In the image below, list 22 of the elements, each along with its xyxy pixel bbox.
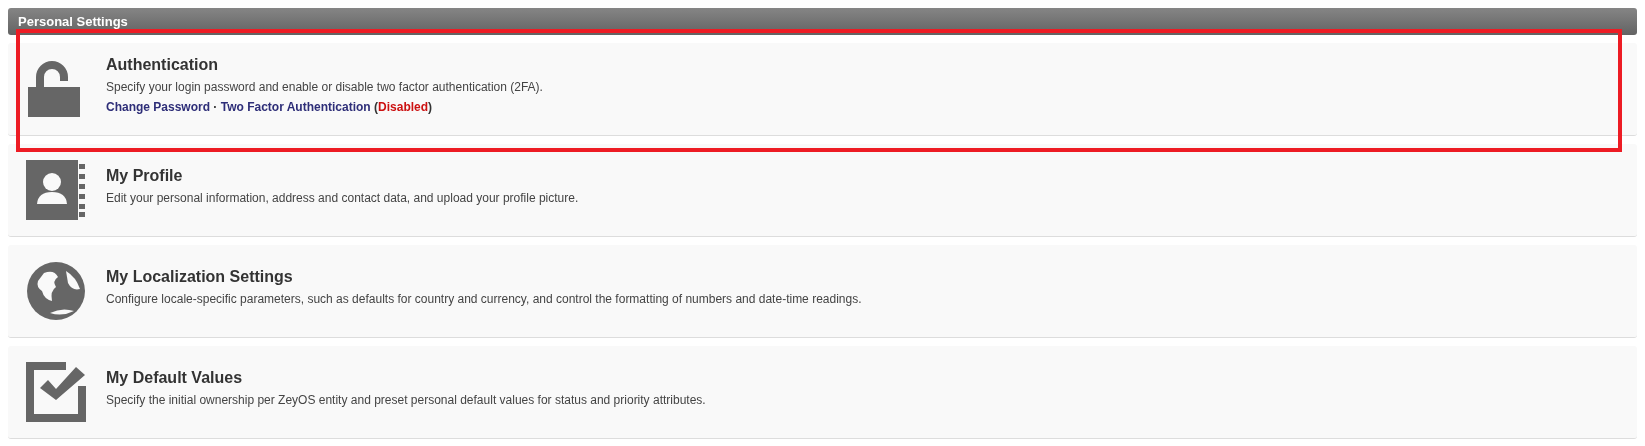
- checkbox-icon: [26, 362, 86, 422]
- card-title: My Profile: [106, 167, 184, 185]
- settings-card[interactable]: My Localization Settings Configure locale-specific parameters, such as defaults for country and currency, and control the formatting of numbers and date-time readings.: [8, 245, 1637, 338]
- status-paren: ): [428, 100, 433, 114]
- card-description: Edit your personal information, address and contact data, and upload your profile picture.: [106, 191, 579, 205]
- settings-link[interactable]: Two Factor Authentication: [220, 100, 371, 114]
- contact-card-icon: [26, 160, 86, 220]
- card-title: My Default Values: [106, 369, 244, 387]
- card-description: Specify your login password and enable or disable two factor authentication (2FA).: [106, 80, 543, 94]
- settings-card[interactable]: Authentication Specify your login password and enable or disable two factor authentication (2FA). Change Password · Two Factor Authentication (Disabled): [8, 43, 1637, 136]
- settings-card[interactable]: My Default Values Specify the initial ownership per ZeyOS entity and preset personal default values for status and priority attributes.: [8, 346, 1637, 439]
- separator-dot: ·: [212, 100, 219, 114]
- globe-icon: [26, 261, 86, 321]
- card-description: Specify the initial ownership per ZeyOS entity and preset personal default values for status and priority attributes.: [106, 393, 706, 407]
- status-label: Disabled: [378, 100, 429, 114]
- settings-card[interactable]: My Profile Edit your personal information, address and contact data, and upload your profile picture.: [8, 144, 1637, 237]
- card-title: My Localization Settings: [106, 268, 294, 286]
- panel-title: Personal Settings: [18, 14, 128, 29]
- card-title: Authentication: [106, 56, 219, 74]
- settings-link[interactable]: Change Password: [106, 100, 211, 114]
- status-paren: (: [373, 100, 379, 114]
- card-description: Configure locale-specific parameters, such as defaults for country and currency, and control the formatting of numbers and date-time readings.: [106, 292, 862, 306]
